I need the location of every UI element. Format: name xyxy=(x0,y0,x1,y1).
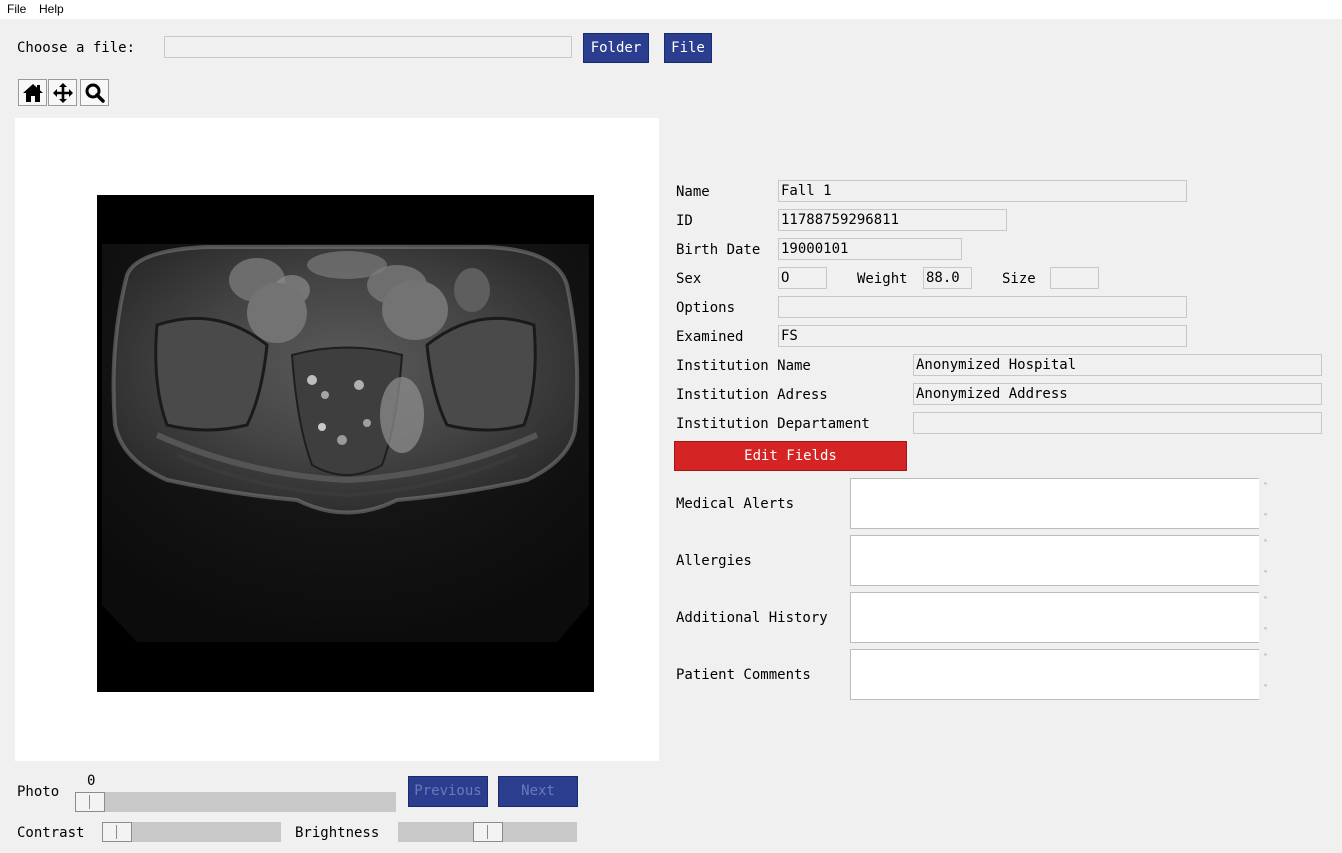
additional-history-textarea[interactable] xyxy=(850,592,1259,643)
name-label: Name xyxy=(676,184,710,200)
size-label: Size xyxy=(1002,271,1036,287)
photo-label: Photo xyxy=(17,784,60,800)
file-button[interactable]: File xyxy=(664,33,712,63)
additional-history-label: Additional History xyxy=(676,610,828,626)
id-label: ID xyxy=(676,213,693,229)
folder-button[interactable]: Folder xyxy=(583,33,649,63)
file-path-input[interactable] xyxy=(164,36,572,58)
weight-label: Weight xyxy=(857,271,908,287)
mri-scan-image xyxy=(97,195,594,692)
medical-alerts-label: Medical Alerts xyxy=(676,496,795,512)
home-button[interactable] xyxy=(18,79,47,106)
patient-comments-textarea[interactable] xyxy=(850,649,1259,700)
choose-file-label: Choose a file: xyxy=(17,40,136,56)
menu-bar xyxy=(0,0,1342,19)
scroll-up-icon[interactable]: ˄ xyxy=(1263,540,1268,550)
home-icon xyxy=(22,84,43,102)
image-canvas[interactable] xyxy=(15,118,659,761)
contrast-slider[interactable] xyxy=(102,822,281,842)
scroll-down-icon[interactable]: ˅ xyxy=(1263,628,1268,638)
contrast-label: Contrast xyxy=(17,825,85,841)
birth-date-label: Birth Date xyxy=(676,242,761,258)
search-icon xyxy=(85,83,105,103)
sex-label: Sex xyxy=(676,271,702,287)
institution-department-field[interactable] xyxy=(913,412,1322,434)
scroll-down-icon[interactable]: ˅ xyxy=(1263,571,1268,581)
sex-field[interactable]: O xyxy=(778,267,827,289)
photo-slider-handle[interactable] xyxy=(75,792,105,812)
scroll-down-icon[interactable]: ˅ xyxy=(1263,685,1268,695)
options-label: Options xyxy=(676,300,736,316)
institution-name-label: Institution Name xyxy=(676,358,811,374)
id-field[interactable]: 11788759296811 xyxy=(778,209,1007,231)
birth-date-field[interactable]: 19000101 xyxy=(778,238,962,260)
scroll-up-icon[interactable]: ˄ xyxy=(1263,597,1268,607)
institution-address-label: Institution Adress xyxy=(676,387,828,403)
allergies-textarea[interactable] xyxy=(850,535,1259,586)
weight-field[interactable]: 88.0 xyxy=(923,267,972,289)
previous-button[interactable]: Previous xyxy=(408,776,488,807)
next-button[interactable]: Next xyxy=(498,776,578,807)
menu-file[interactable]: File xyxy=(7,2,26,16)
institution-name-field[interactable]: Anonymized Hospital xyxy=(913,354,1322,376)
options-field[interactable] xyxy=(778,296,1187,318)
patient-comments-label: Patient Comments xyxy=(676,667,811,683)
medical-alerts-textarea[interactable] xyxy=(850,478,1259,529)
brightness-label: Brightness xyxy=(295,825,380,841)
institution-address-field[interactable]: Anonymized Address xyxy=(913,383,1322,405)
menu-help[interactable]: Help xyxy=(39,2,64,16)
scroll-down-icon[interactable]: ˅ xyxy=(1263,514,1268,524)
examined-label: Examined xyxy=(676,329,744,345)
brightness-slider-handle[interactable] xyxy=(473,822,503,842)
photo-slider[interactable] xyxy=(75,792,396,812)
move-icon xyxy=(52,83,73,103)
contrast-slider-handle[interactable] xyxy=(102,822,132,842)
scroll-up-icon[interactable]: ˄ xyxy=(1263,483,1268,493)
brightness-slider[interactable] xyxy=(398,822,577,842)
name-field[interactable]: Fall 1 xyxy=(778,180,1187,202)
institution-department-label: Institution Departament xyxy=(676,416,870,432)
examined-field[interactable]: FS xyxy=(778,325,1187,347)
allergies-label: Allergies xyxy=(676,553,752,569)
edit-fields-button[interactable]: Edit Fields xyxy=(674,441,907,471)
scroll-up-icon[interactable]: ˄ xyxy=(1263,654,1268,664)
zoom-button[interactable] xyxy=(80,79,109,106)
size-field[interactable] xyxy=(1050,267,1099,289)
photo-value: 0 xyxy=(87,773,96,789)
pan-button[interactable] xyxy=(48,79,77,106)
